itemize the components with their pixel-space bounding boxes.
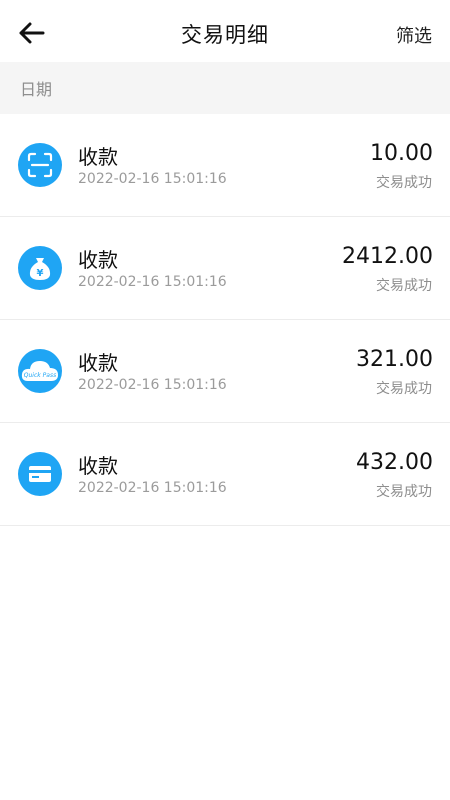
transaction-amount: 2412.00 — [342, 244, 433, 269]
transaction-name: 收款 — [78, 145, 118, 169]
transaction-status: 交易成功 — [376, 484, 432, 500]
page-title: 交易明细 — [181, 23, 269, 47]
transaction-list: 收款 2022-02-16 15:01:16 10.00 交易成功 ¥ 收款 2… — [0, 114, 450, 526]
transaction-time: 2022-02-16 15:01:16 — [78, 480, 227, 496]
transaction-status: 交易成功 — [376, 175, 432, 191]
money-bag-yen-text: ¥ — [37, 268, 44, 279]
quickpass-cloud-icon: Quick Pass — [18, 349, 62, 393]
money-bag-icon: ¥ — [18, 246, 62, 290]
transaction-amount: 10.00 — [370, 141, 433, 166]
transaction-name: 收款 — [78, 351, 118, 375]
transaction-row[interactable]: 收款 2022-02-16 15:01:16 432.00 交易成功 — [0, 423, 450, 526]
transaction-row[interactable]: ¥ 收款 2022-02-16 15:01:16 2412.00 交易成功 — [0, 217, 450, 320]
header: 交易明细 筛选 — [0, 0, 450, 62]
filter-button[interactable]: 筛选 — [396, 22, 432, 48]
transaction-name: 收款 — [78, 248, 118, 272]
scan-icon — [18, 143, 62, 187]
card-icon — [18, 452, 62, 496]
transaction-amount: 432.00 — [356, 450, 433, 475]
transaction-row[interactable]: 收款 2022-02-16 15:01:16 10.00 交易成功 — [0, 114, 450, 217]
transaction-status: 交易成功 — [376, 381, 432, 397]
date-section-header: 日期 — [0, 62, 450, 114]
transaction-time: 2022-02-16 15:01:16 — [78, 377, 227, 393]
transaction-amount: 321.00 — [356, 347, 433, 372]
quickpass-text: Quick Pass — [24, 372, 56, 379]
transaction-time: 2022-02-16 15:01:16 — [78, 171, 227, 187]
transaction-time: 2022-02-16 15:01:16 — [78, 274, 227, 290]
date-label: 日期 — [20, 80, 53, 99]
transaction-details-screen: 交易明细 筛选 日期 收款 2022-02-16 15:01:16 10.00 … — [0, 0, 450, 800]
transaction-status: 交易成功 — [376, 278, 432, 294]
transaction-row[interactable]: Quick Pass 收款 2022-02-16 15:01:16 321.00… — [0, 320, 450, 423]
transaction-name: 收款 — [78, 454, 118, 478]
